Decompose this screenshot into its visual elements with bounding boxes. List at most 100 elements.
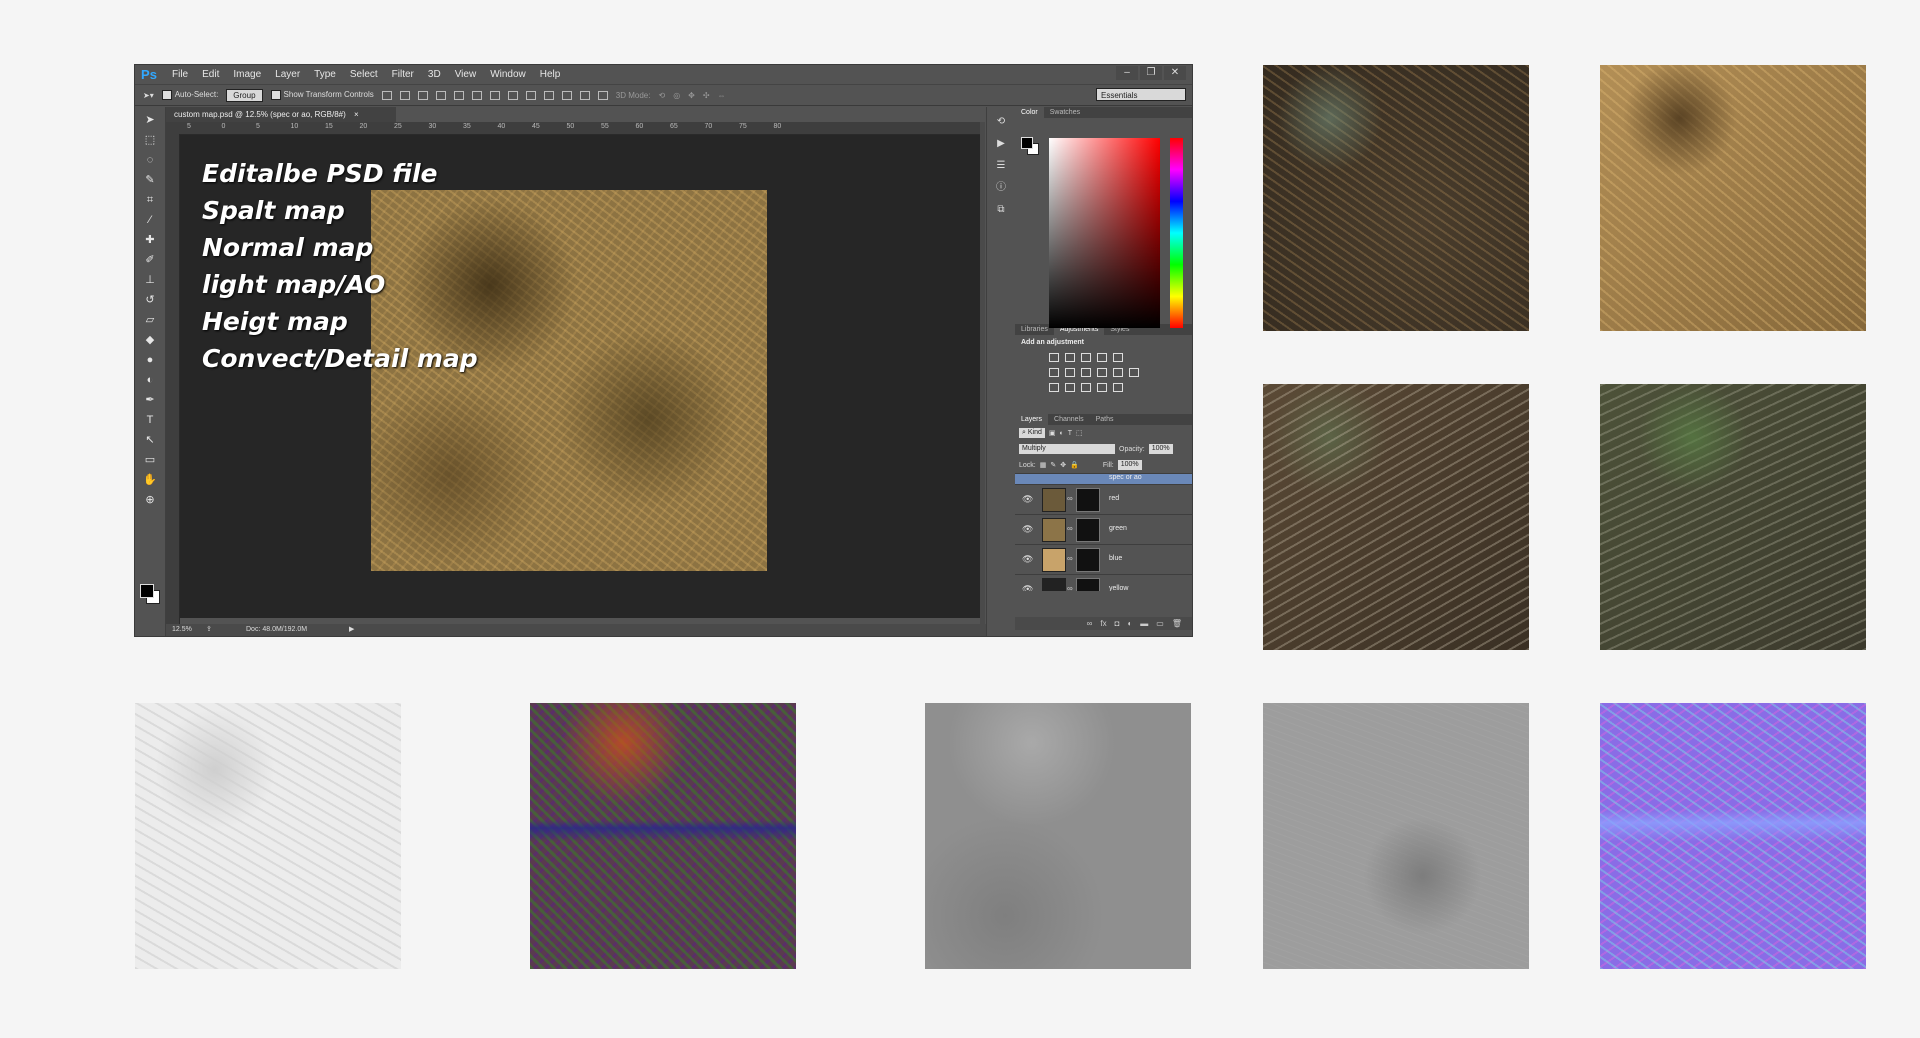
hand-tool-icon[interactable]: ✋ [143, 473, 157, 487]
photo-filter-icon[interactable] [1097, 368, 1107, 377]
clone-stamp-tool-icon[interactable]: ⊥ [143, 273, 157, 287]
link-layers-icon[interactable]: ∞ [1087, 619, 1093, 628]
rectangle-tool-icon[interactable]: ▭ [143, 453, 157, 467]
history-icon[interactable]: ⟲ [994, 115, 1008, 129]
new-adjustment-icon[interactable]: ◐ [1127, 619, 1132, 628]
distribute-right-icon[interactable] [579, 90, 590, 100]
distribute-bottom-icon[interactable] [525, 90, 536, 100]
lock-transparency-icon[interactable]: ▦ [1040, 461, 1047, 469]
channel-mixer-icon[interactable] [1113, 368, 1123, 377]
menu-view[interactable]: View [448, 69, 484, 80]
curves-icon[interactable] [1081, 353, 1091, 362]
levels-icon[interactable] [1065, 353, 1075, 362]
canvas-area[interactable]: Editalbe PSD file Spalt map Normal map l… [180, 135, 980, 618]
tab-layers[interactable]: Layers [1015, 414, 1049, 425]
document-tab[interactable]: custom map.psd @ 12.5% (spec or ao, RGB/… [166, 107, 396, 122]
3d-drag-icon[interactable]: ✥ [688, 91, 695, 100]
tab-swatches[interactable]: Swatches [1044, 107, 1086, 118]
visibility-eye-icon[interactable]: 👁 [1022, 524, 1033, 535]
exposure-icon[interactable] [1097, 353, 1107, 362]
close-button[interactable]: ✕ [1164, 66, 1186, 80]
lock-position-icon[interactable]: ✥ [1060, 461, 1066, 469]
menu-type[interactable]: Type [307, 69, 343, 80]
foreground-color-swatch[interactable] [140, 584, 154, 598]
gradient-map-icon[interactable] [1113, 383, 1123, 392]
align-center-icon[interactable] [453, 90, 464, 100]
canvas-scrollbar[interactable] [980, 122, 985, 624]
auto-select-checkbox[interactable]: Auto-Select: [161, 90, 218, 100]
type-tool-icon[interactable]: T [143, 413, 157, 427]
actions-icon[interactable]: ▶ [994, 137, 1008, 151]
properties-icon[interactable]: ☰ [994, 159, 1008, 173]
path-select-tool-icon[interactable]: ↖ [143, 433, 157, 447]
color-field[interactable] [1049, 138, 1160, 328]
dodge-tool-icon[interactable]: ◐ [143, 373, 157, 387]
close-tab-icon[interactable]: × [354, 110, 359, 119]
brightness-icon[interactable] [1049, 353, 1059, 362]
clone-source-icon[interactable]: ⧉ [994, 203, 1008, 217]
filter-pixel-icon[interactable]: ▣ [1049, 429, 1056, 437]
mask-link-icon[interactable]: ∞ [1067, 584, 1073, 591]
threshold-icon[interactable] [1081, 383, 1091, 392]
filter-shape-icon[interactable]: ⬚ [1076, 429, 1083, 437]
mask-link-icon[interactable]: ∞ [1067, 524, 1073, 533]
vibrance-icon[interactable] [1113, 353, 1123, 362]
invert-icon[interactable] [1049, 383, 1059, 392]
menu-window[interactable]: Window [483, 69, 533, 80]
3d-scale-icon[interactable]: ⇔ [718, 91, 726, 100]
align-left-icon[interactable] [435, 90, 446, 100]
tab-channels[interactable]: Channels [1048, 414, 1090, 425]
workspace-dropdown[interactable]: Essentials [1096, 88, 1186, 101]
share-icon[interactable]: ⇪ [206, 624, 212, 636]
trash-icon[interactable]: 🗑 [1172, 619, 1182, 628]
menu-filter[interactable]: Filter [385, 69, 421, 80]
align-right-icon[interactable] [471, 90, 482, 100]
opacity-input[interactable]: 100% [1148, 444, 1173, 454]
hue-saturation-icon[interactable] [1049, 368, 1059, 377]
brush-tool-icon[interactable]: ✐ [143, 253, 157, 267]
align-bottom-icon[interactable] [417, 90, 428, 100]
menu-file[interactable]: File [165, 69, 195, 80]
layer-row[interactable]: 👁 ∞ blue [1015, 544, 1192, 574]
menu-edit[interactable]: Edit [195, 69, 226, 80]
zoom-tool-icon[interactable]: ⊕ [143, 493, 157, 507]
3d-roll-icon[interactable]: ◎ [673, 91, 680, 100]
menu-image[interactable]: Image [226, 69, 268, 80]
color-balance-icon[interactable] [1065, 368, 1075, 377]
visibility-eye-icon[interactable]: 👁 [1022, 584, 1033, 591]
eraser-tool-icon[interactable]: ▱ [143, 313, 157, 327]
restore-button[interactable]: ❐ [1140, 66, 1162, 80]
tab-paths[interactable]: Paths [1090, 414, 1120, 425]
mask-link-icon[interactable]: ∞ [1067, 554, 1073, 563]
menu-select[interactable]: Select [343, 69, 385, 80]
selective-color-icon[interactable] [1097, 383, 1107, 392]
zoom-level[interactable]: 12.5% [172, 624, 192, 636]
marquee-tool-icon[interactable]: ⬚ [143, 133, 157, 147]
menu-3d[interactable]: 3D [421, 69, 448, 80]
new-group-icon[interactable]: ▬ [1140, 619, 1148, 628]
status-arrow-icon[interactable]: ▶ [349, 624, 354, 636]
blur-tool-icon[interactable]: ● [143, 353, 157, 367]
color-lookup-icon[interactable] [1129, 368, 1139, 377]
distribute-top-icon[interactable] [489, 90, 500, 100]
lasso-tool-icon[interactable]: ◌ [143, 153, 157, 167]
auto-align-icon[interactable] [597, 90, 608, 100]
new-layer-icon[interactable]: ▭ [1156, 619, 1164, 628]
paint-bucket-tool-icon[interactable]: ◆ [143, 333, 157, 347]
distribute-middle-icon[interactable] [507, 90, 518, 100]
layer-row[interactable]: 👁 ∞ yellow [1015, 574, 1192, 591]
layer-filter-dropdown[interactable]: ⌕ Kind [1019, 428, 1045, 438]
layer-row[interactable]: 👁 ∞ green [1015, 514, 1192, 544]
auto-select-dropdown[interactable]: Group [226, 88, 263, 102]
distribute-left-icon[interactable] [543, 90, 554, 100]
info-icon[interactable]: ⓘ [994, 181, 1008, 195]
3d-rotate-icon[interactable]: ⟲ [658, 91, 665, 100]
layer-row[interactable]: spec or ao [1015, 473, 1192, 484]
history-brush-tool-icon[interactable]: ↺ [143, 293, 157, 307]
align-middle-icon[interactable] [399, 90, 410, 100]
mask-link-icon[interactable]: ∞ [1067, 494, 1073, 503]
3d-slide-icon[interactable]: ✣ [703, 91, 710, 100]
healing-brush-tool-icon[interactable]: ✚ [143, 233, 157, 247]
lock-all-icon[interactable]: 🔒 [1070, 461, 1079, 469]
posterize-icon[interactable] [1065, 383, 1075, 392]
